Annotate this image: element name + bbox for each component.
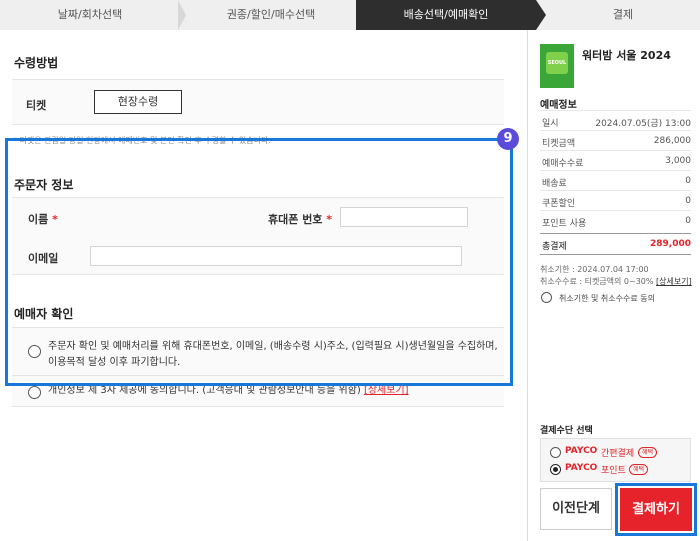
payco-easy-label: 간편결제 [601,449,635,459]
payco-logo: PAYCO [565,446,598,456]
info-row-delivery-fee: 배송료 0 [540,170,691,190]
cancel-deadline: 취소기한 : 2024.07.04 17:00 [540,265,649,274]
booking-info-title: 예매정보 [540,100,577,111]
agree-third-party-radio[interactable] [28,386,41,399]
show-title: 워터밤 서울 2024 [582,49,671,62]
benefit-badge: 혜택 [629,464,649,475]
ticket-label: 티켓 [26,99,47,112]
payment-method-title: 결제수단 선택 [540,426,593,436]
previous-step-button[interactable]: 이전단계 [540,488,612,530]
receive-method-row: 티켓 현장수령 [12,79,504,125]
payment-method-box: PAYCO 간편결제 혜택 PAYCO 포인트 혜택 [540,438,691,482]
badge-icon: 9 [497,128,519,150]
info-row-ticket-price: 티켓금액 286,000 [540,130,691,150]
pay-button[interactable]: 결제하기 [620,488,692,531]
step-date: 날짜/회차선택 [57,8,123,21]
booking-sidebar: SEOUL 워터밤 서울 2024 예매정보 일시 2024.07.05(금) 1… [527,30,700,541]
show-poster: SEOUL [540,44,574,88]
step-delivery-confirm: 배송선택/예매확인 [356,0,536,30]
onsite-pickup-button[interactable]: 현장수령 [94,90,182,114]
info-row-date: 일시 2024.07.05(금) 13:00 [540,110,691,130]
info-row-points: 포인트 사용 0 [540,210,691,230]
info-row-booking-fee: 예매수수료 3,000 [540,150,691,170]
step-separator [178,0,186,30]
payco-logo: PAYCO [565,463,598,473]
poster-text: SEOUL [547,60,567,66]
receive-method-title: 수령방법 [14,56,59,70]
step-payment: 결제 [612,8,634,21]
highlight-frame-orderer [5,138,513,386]
cancel-agree-radio[interactable] [541,292,552,303]
step-ticket-type: 권종/할인/매수선택 [226,8,316,21]
payco-point-label: 포인트 [601,466,626,476]
cancel-fee: 취소수수료 : 티켓금액의 0~30% [상세보기] [540,277,692,286]
step-bar: 날짜/회차선택 권종/할인/매수선택 배송선택/예매확인 결제 [0,0,700,30]
step-arrow-active [536,0,546,30]
payco-easy-radio[interactable] [550,447,561,458]
info-row-total: 총결제 289,000 [540,233,691,255]
benefit-badge: 혜택 [638,447,658,458]
info-row-coupon: 쿠폰할인 0 [540,190,691,210]
payco-point-radio[interactable] [550,464,561,475]
cancel-agree-label: 취소기한 및 취소수수료 동의 [559,294,655,303]
cancel-fee-detail-link[interactable]: [상세보기] [656,277,692,286]
third-party-detail-link[interactable]: [상세보기] [364,385,409,396]
